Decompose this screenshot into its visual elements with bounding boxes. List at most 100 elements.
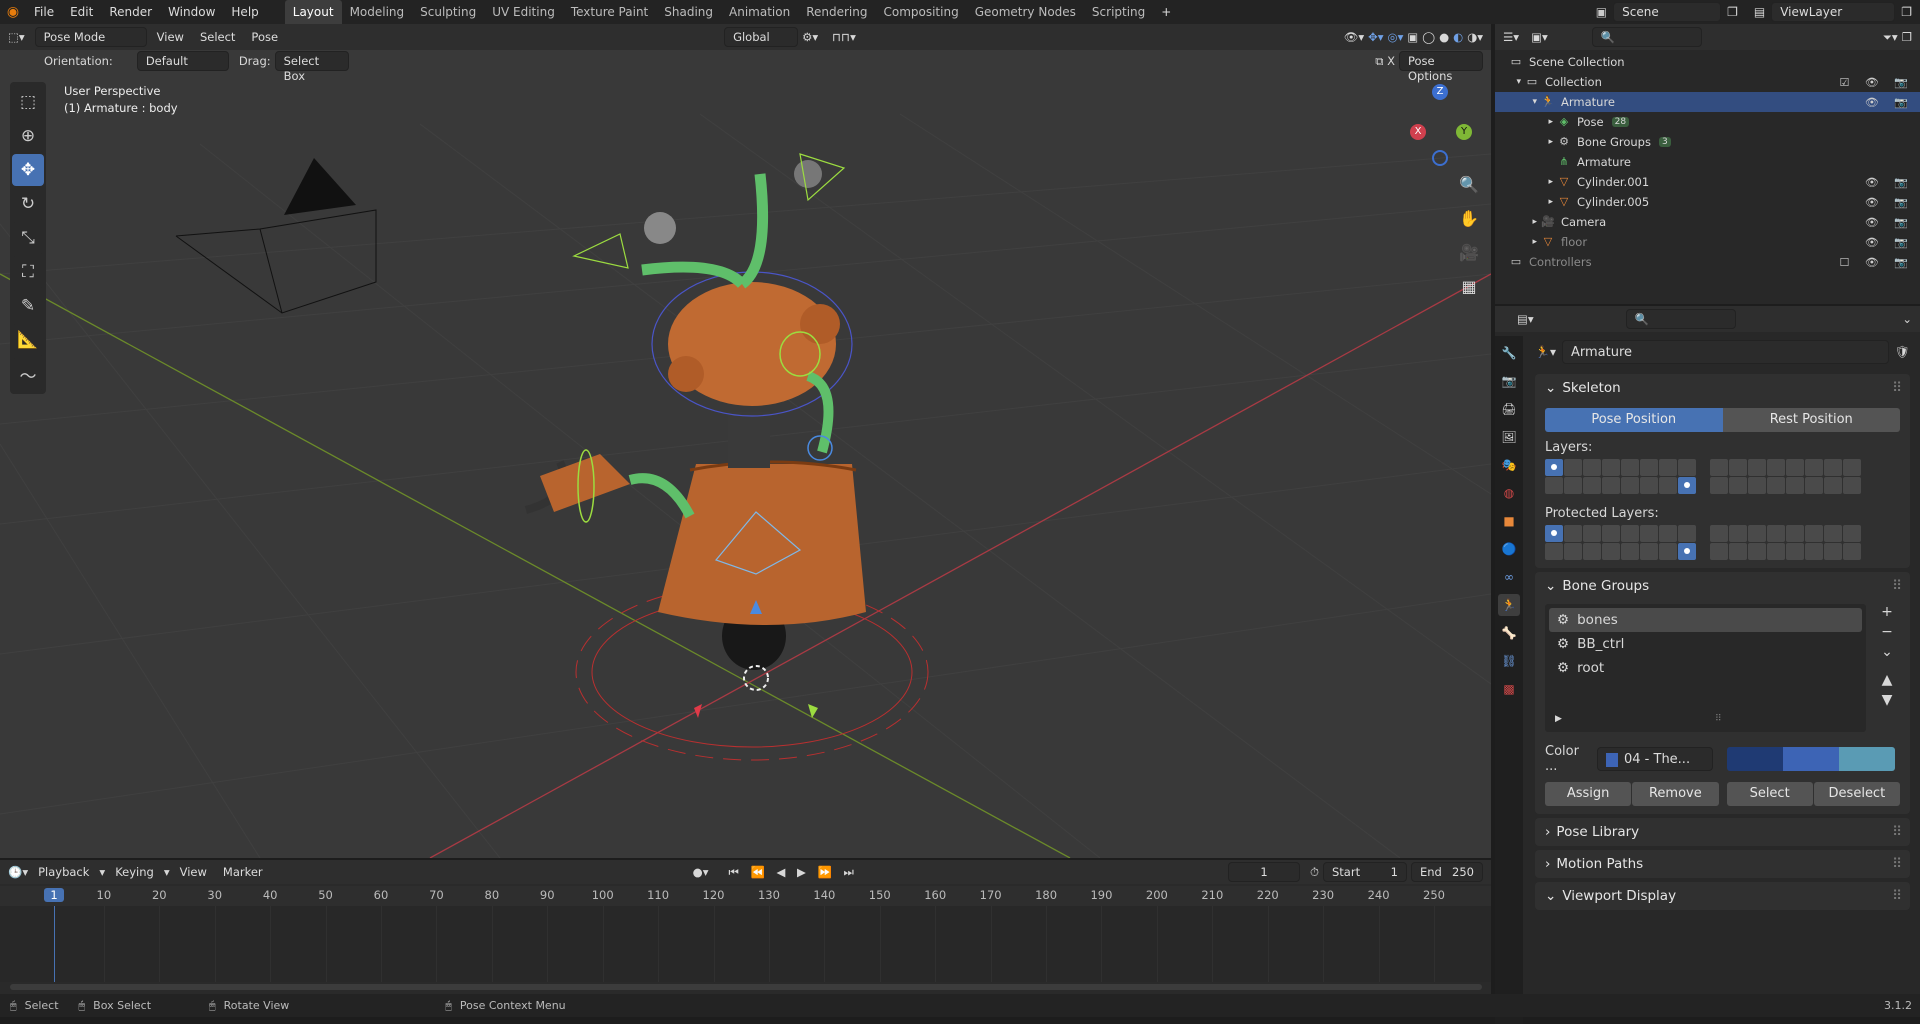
layer-toggle[interactable] bbox=[1843, 459, 1861, 476]
modifier-tab-icon[interactable]: 🔵 bbox=[1498, 538, 1520, 560]
scene-icon[interactable]: ▣ bbox=[1596, 5, 1607, 19]
layer-toggle[interactable] bbox=[1729, 459, 1747, 476]
texture-tab-icon[interactable]: ▩ bbox=[1498, 678, 1520, 700]
layer-toggle[interactable] bbox=[1659, 477, 1677, 494]
timeline-scrollbar[interactable] bbox=[10, 984, 1482, 990]
armature-data-tab-icon[interactable]: 🏃 bbox=[1498, 594, 1520, 616]
select-button[interactable]: Select bbox=[1726, 782, 1813, 806]
workspace-tab-uv-editing[interactable]: UV Editing bbox=[484, 0, 563, 24]
layer-toggle[interactable] bbox=[1767, 525, 1785, 542]
layer-toggle[interactable] bbox=[1640, 543, 1658, 560]
move-up-icon[interactable]: ▲ bbox=[1874, 672, 1900, 688]
outliner-row[interactable]: ▸ ▽ Cylinder.001 👁 📷 bbox=[1495, 172, 1920, 192]
gizmo-z[interactable]: Z bbox=[1432, 84, 1448, 100]
outliner-row[interactable]: ▾ 🏃 Armature 👁 📷 bbox=[1495, 92, 1920, 112]
object-tab-icon[interactable]: ■ bbox=[1498, 510, 1520, 532]
disclosure-triangle-icon[interactable]: ▸ bbox=[1495, 117, 1557, 127]
add-icon[interactable]: + bbox=[1874, 604, 1900, 620]
layer-toggle[interactable] bbox=[1621, 459, 1639, 476]
visibility-eye-icon[interactable]: 👁 📷 bbox=[1865, 96, 1914, 109]
layer-toggle[interactable] bbox=[1659, 543, 1677, 560]
visibility-eye-icon[interactable]: 👁 📷 bbox=[1865, 196, 1914, 209]
layer-toggle[interactable] bbox=[1748, 525, 1766, 542]
normal-color-swatch[interactable] bbox=[1727, 747, 1783, 771]
layer-toggle[interactable] bbox=[1710, 477, 1728, 494]
layer-toggle[interactable] bbox=[1621, 477, 1639, 494]
layer-toggle[interactable] bbox=[1843, 543, 1861, 560]
workspace-tab-geometry-nodes[interactable]: Geometry Nodes bbox=[967, 0, 1084, 24]
layer-toggle[interactable] bbox=[1805, 543, 1823, 560]
layer-toggle[interactable] bbox=[1602, 525, 1620, 542]
layer-toggle[interactable] bbox=[1602, 543, 1620, 560]
workspace-tab-scripting[interactable]: Scripting bbox=[1084, 0, 1153, 24]
layer-toggle[interactable] bbox=[1729, 477, 1747, 494]
layer-toggle[interactable] bbox=[1678, 459, 1696, 476]
visibility-eye-icon[interactable]: ☐ 👁 📷 bbox=[1839, 256, 1914, 269]
auto-key-icon[interactable]: ●▾ bbox=[693, 865, 709, 879]
workspace-tab-shading[interactable]: Shading bbox=[656, 0, 721, 24]
layer-toggle[interactable] bbox=[1545, 477, 1563, 494]
constraint-tab-icon[interactable]: ∞ bbox=[1498, 566, 1520, 588]
layer-toggle[interactable] bbox=[1786, 477, 1804, 494]
properties-search[interactable]: 🔍 bbox=[1625, 309, 1736, 329]
fake-user-shield-icon[interactable]: 🛡 bbox=[1895, 345, 1910, 359]
annotate-tool-icon[interactable]: ✎ bbox=[12, 290, 44, 322]
timeline-menu-playback[interactable]: Playback bbox=[32, 863, 95, 881]
disclosure-triangle-icon[interactable]: ▸ bbox=[1495, 217, 1541, 227]
outliner-row[interactable]: ▾ ▭ Collection ☑ 👁 📷 bbox=[1495, 72, 1920, 92]
layer-toggle[interactable] bbox=[1640, 525, 1658, 542]
disclosure-triangle-icon[interactable]: ▸ bbox=[1495, 237, 1541, 247]
outliner-row[interactable]: ▸ ▽ floor 👁 📷 bbox=[1495, 232, 1920, 252]
layer-toggle[interactable] bbox=[1583, 477, 1601, 494]
view-layer-tab-icon[interactable]: 🖼 bbox=[1498, 426, 1520, 448]
tool-tab-icon[interactable]: 🔧 bbox=[1498, 342, 1520, 364]
gizmo-x[interactable]: X bbox=[1410, 124, 1426, 140]
bone-tab-icon[interactable]: 🦴 bbox=[1498, 622, 1520, 644]
render-tab-icon[interactable]: 📷 bbox=[1498, 370, 1520, 392]
timeline-keyframes-area[interactable] bbox=[0, 906, 1491, 982]
visibility-eye-icon[interactable]: 👁 📷 bbox=[1865, 176, 1914, 189]
rest-position-button[interactable]: Rest Position bbox=[1722, 408, 1900, 432]
gizmo-y[interactable]: Y bbox=[1456, 124, 1472, 140]
layer-toggle[interactable] bbox=[1786, 525, 1804, 542]
workspace-tab-compositing[interactable]: Compositing bbox=[875, 0, 966, 24]
workspace-tab-rendering[interactable]: Rendering bbox=[798, 0, 875, 24]
pan-hand-icon[interactable]: ✋ bbox=[1456, 202, 1482, 236]
layer-toggle[interactable] bbox=[1767, 477, 1785, 494]
3d-viewport[interactable]: ⬚▾ Pose Mode View Select Pose Global ⚙▾ … bbox=[0, 24, 1491, 858]
copy-view-layer-icon[interactable]: ❐ bbox=[1901, 5, 1912, 19]
timeline-editor-icon[interactable]: 🕒▾ bbox=[8, 865, 28, 879]
zoom-icon[interactable]: 🔍 bbox=[1456, 168, 1482, 202]
view-layer-field[interactable]: ViewLayer bbox=[1771, 2, 1896, 22]
add-workspace-icon[interactable]: + bbox=[1153, 0, 1179, 24]
outliner-row[interactable]: ▸ ⚙ Bone Groups 3 bbox=[1495, 132, 1920, 152]
drag-handle-icon[interactable]: ⠿ bbox=[1892, 824, 1902, 840]
properties-editor-icon[interactable]: ▤▾ bbox=[1517, 312, 1534, 326]
layer-toggle[interactable] bbox=[1786, 543, 1804, 560]
timeline-menu-marker[interactable]: Marker bbox=[217, 863, 269, 881]
drag-handle-icon[interactable]: ⠿ bbox=[1892, 380, 1902, 396]
layer-toggle[interactable] bbox=[1678, 525, 1696, 542]
measure-tool-icon[interactable]: 📐 bbox=[12, 324, 44, 356]
motion-paths-panel[interactable]: › Motion Paths ⠿ bbox=[1535, 850, 1910, 878]
disclosure-triangle-icon[interactable]: ▸ bbox=[1495, 197, 1557, 207]
disclosure-triangle-icon[interactable]: ▾ bbox=[1495, 77, 1525, 87]
layer-toggle[interactable] bbox=[1602, 477, 1620, 494]
start-frame-field[interactable]: Start 1 bbox=[1323, 862, 1407, 882]
layer-toggle[interactable] bbox=[1729, 525, 1747, 542]
layer-toggle[interactable] bbox=[1583, 543, 1601, 560]
chevron-down-icon[interactable]: ⌄ bbox=[1902, 312, 1912, 326]
layer-toggle[interactable] bbox=[1564, 459, 1582, 476]
deselect-button[interactable]: Deselect bbox=[1813, 782, 1900, 806]
visibility-eye-icon[interactable]: 👁 📷 bbox=[1865, 216, 1914, 229]
display-mode-icon[interactable]: ▣▾ bbox=[1531, 30, 1548, 44]
new-collection-icon[interactable]: ❐ bbox=[1902, 30, 1912, 44]
select-box-tool-icon[interactable]: ⬚ bbox=[12, 86, 44, 118]
scene-field[interactable]: Scene bbox=[1613, 2, 1722, 22]
select-color-swatch[interactable] bbox=[1783, 747, 1839, 771]
layer-toggle[interactable] bbox=[1678, 477, 1696, 494]
timeline-menu-view[interactable]: View bbox=[174, 863, 213, 881]
camera-view-icon[interactable]: 🎥 bbox=[1456, 236, 1482, 270]
menu-file[interactable]: File bbox=[26, 0, 62, 24]
layer-toggle[interactable] bbox=[1678, 543, 1696, 560]
